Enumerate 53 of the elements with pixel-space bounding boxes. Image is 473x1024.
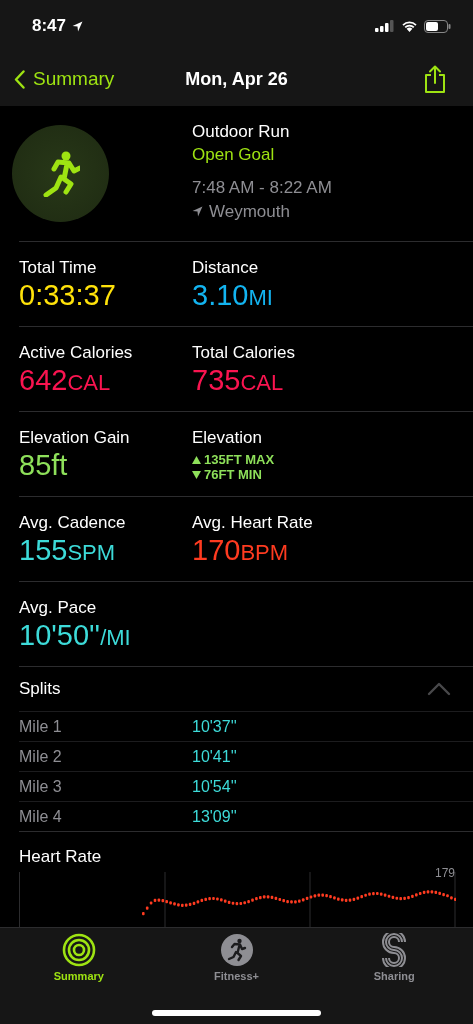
metric-label: Total Time [19,258,98,278]
section-title: Heart Rate [19,847,102,866]
metric-value: 10'50''/MI [19,618,132,653]
metric-value: 3.10MI [192,278,274,313]
elevation-min: 76FT MIN [204,467,262,482]
metric-label: Distance [192,258,260,278]
metric-value: 642CAL [19,363,112,398]
split-pace: 10'54'' [192,777,237,796]
split-pace: 10'41'' [192,747,237,766]
triangle-up-icon [192,455,201,464]
time-range: 7:48 AM - 8:22 AM [192,176,332,199]
metric-label: Avg. Heart Rate [192,513,314,533]
chart-max-label: 179 [434,866,455,880]
location-name: Weymouth [209,200,290,223]
section-title: Splits [19,679,61,699]
elevation-max: 135FT MAX [204,452,275,467]
wifi-icon [401,20,418,32]
metric-label: Active Calories [19,343,134,363]
sharing-icon [382,933,407,967]
metric-label: Elevation [192,428,263,448]
tab[interactable]: Sharing [315,928,473,990]
share-icon[interactable] [423,65,447,93]
location-arrow-icon [72,20,84,32]
tab[interactable]: Fitness+ [157,928,316,990]
split-label: Mile 2 [19,747,63,766]
nav-title: Mon, Apr 26 [185,68,288,90]
status-time: 8:47 [32,16,67,36]
split-label: Mile 3 [19,777,63,796]
chevron-left-icon [14,69,25,89]
workout-goal: Open Goal [192,143,276,166]
metric-label: Avg. Pace [19,598,98,618]
metric-value: 735CAL [192,363,285,398]
runner-icon [219,933,254,967]
rings-icon [61,933,96,967]
metric-label: Total Calories [192,343,296,363]
split-label: Mile 1 [19,717,63,736]
metric-label: Avg. Cadence [19,513,127,533]
location-arrow-icon [192,206,203,217]
split-label: Mile 4 [19,807,63,826]
split-pace: 10'37'' [192,717,237,736]
split-pace: 13'09'' [192,807,237,826]
metric-value: 0:33:37 [19,278,117,312]
battery-icon [424,19,451,33]
metric-label: Elevation Gain [19,428,131,448]
tab[interactable]: Summary [0,928,158,990]
signal-icon [375,20,395,32]
runner-icon [41,150,80,197]
metric-value: 155SPM [19,533,117,568]
back-button[interactable]: Summary [14,68,115,90]
workout-type: Outdoor Run [192,120,291,143]
triangle-down-icon [192,470,201,479]
metric-value: 170BPM [192,533,290,568]
metric-value: 85ft [19,448,69,482]
